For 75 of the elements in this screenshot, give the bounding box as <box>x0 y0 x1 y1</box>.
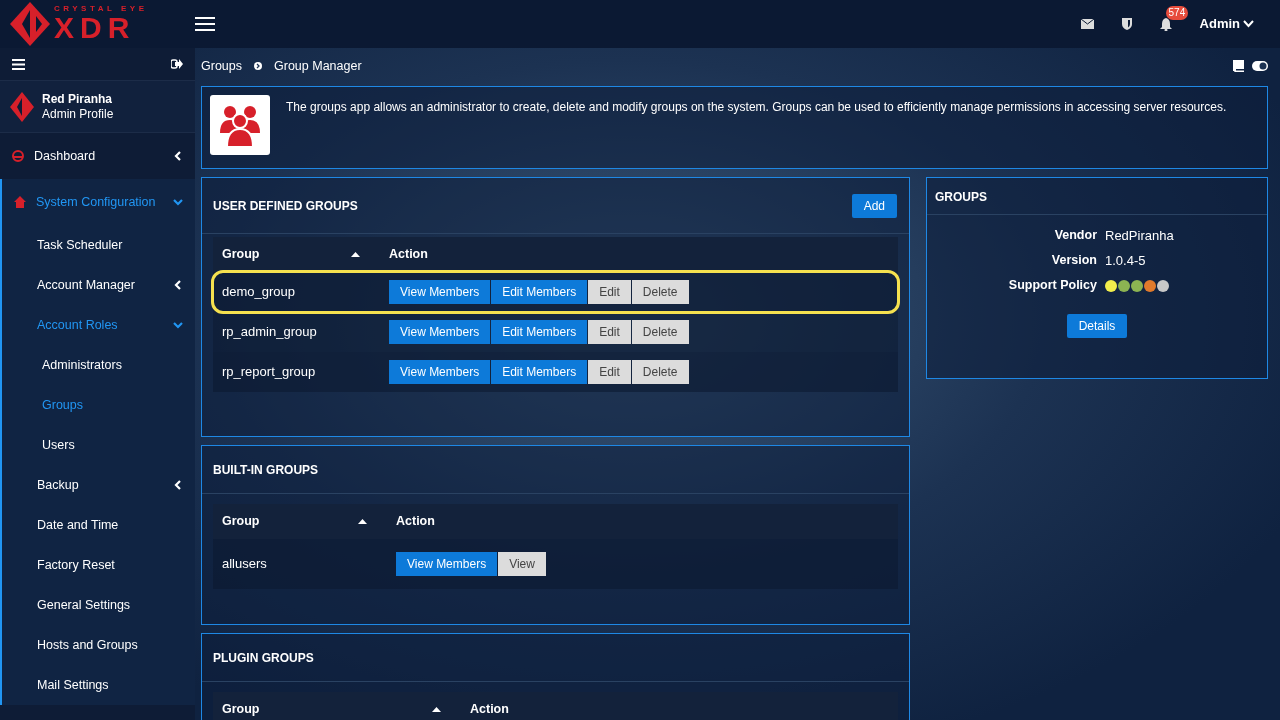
section-title: BUILT-IN GROUPS <box>213 461 319 479</box>
field-label: Vendor <box>1053 227 1097 245</box>
column-header[interactable]: Group <box>222 700 260 719</box>
table-cell-text: rp_admin_group <box>221 323 318 342</box>
logout-icon[interactable] <box>171 59 183 69</box>
profile-role: Admin Profile <box>42 106 114 122</box>
add-button[interactable]: Add <box>851 193 897 218</box>
breadcrumb-current: Group Manager <box>274 57 362 75</box>
sort-icon[interactable] <box>351 252 360 257</box>
action-button[interactable]: View Members <box>396 552 498 576</box>
bell-icon[interactable] <box>1159 17 1172 31</box>
secondary-button[interactable]: Edit <box>588 280 631 304</box>
notification-count: 574 <box>1165 5 1189 20</box>
action-button[interactable]: View Members <box>389 360 491 384</box>
profile-name: Red Piranha <box>42 91 114 107</box>
action-button[interactable]: View Members <box>389 320 491 344</box>
section-title: USER DEFINED GROUPS <box>213 197 358 215</box>
table-cell-text: allusers <box>221 555 268 574</box>
user-menu[interactable]: Admin <box>1199 14 1254 34</box>
book-icon[interactable] <box>1233 60 1244 72</box>
toggle-icon[interactable] <box>1252 61 1268 71</box>
users-icon <box>218 103 262 147</box>
menu-icon[interactable] <box>12 58 25 70</box>
gauge-icon <box>12 150 24 162</box>
sidebar-item[interactable]: Account Manager <box>2 265 195 305</box>
mail-icon[interactable] <box>1080 19 1094 29</box>
sidebar-item[interactable]: Administrators <box>2 345 195 385</box>
column-header[interactable]: Action <box>389 245 428 264</box>
action-button[interactable]: Edit Members <box>491 360 588 384</box>
secondary-button[interactable]: Edit <box>588 320 631 344</box>
intro-text: The groups app allows an administrator to create, delete and modify groups on the system. Groups can be used to efficiently manage permissions in accessing server resources. <box>286 99 1227 116</box>
action-button[interactable]: Edit Members <box>491 280 588 304</box>
details-button[interactable]: Details <box>1066 314 1128 338</box>
sidebar-item[interactable]: System Configuration <box>2 179 195 225</box>
card-title: GROUPS <box>927 178 1267 215</box>
column-header[interactable]: Action <box>396 512 435 531</box>
action-button[interactable]: Edit Members <box>491 320 588 344</box>
column-header[interactable]: Action <box>470 700 509 719</box>
menu-icon[interactable] <box>195 16 215 32</box>
sidebar-item[interactable]: Dashboard <box>0 133 195 179</box>
sidebar-item[interactable]: Hosts and Groups <box>2 625 195 665</box>
sidebar-item[interactable]: Mail Settings <box>2 665 195 705</box>
section-title: PLUGIN GROUPS <box>213 649 314 667</box>
chevron-circle-icon <box>254 62 262 70</box>
column-header[interactable]: Group <box>222 512 260 531</box>
secondary-button[interactable]: Edit <box>588 360 631 384</box>
chevron-down-icon <box>1243 20 1254 28</box>
field-label: Support Policy <box>1007 277 1097 295</box>
sidebar-item[interactable]: Date and Time <box>2 505 195 545</box>
table-cell-text: demo_group <box>221 283 296 302</box>
column-header[interactable]: Group <box>222 245 260 264</box>
sidebar-item[interactable]: Factory Reset <box>2 545 195 585</box>
logo-wordmark: XDR <box>54 13 137 43</box>
field-value: RedPiranha <box>1105 226 1174 245</box>
sidebar-item[interactable]: Backup <box>2 465 195 505</box>
sidebar-item[interactable]: Task Scheduler <box>2 225 195 265</box>
secondary-button[interactable]: View <box>498 552 546 576</box>
field-value: 1.0.4-5 <box>1105 251 1146 270</box>
sidebar-item[interactable]: General Settings <box>2 585 195 625</box>
table-cell-text: rp_report_group <box>221 363 317 382</box>
home-icon <box>14 196 26 208</box>
shield-icon[interactable] <box>1121 18 1132 30</box>
sidebar-item[interactable]: Groups <box>2 385 195 425</box>
logo-tagline: CRYSTAL EYE <box>54 5 148 13</box>
logo-icon <box>10 91 34 122</box>
action-button[interactable]: View Members <box>389 280 491 304</box>
breadcrumb-link[interactable]: Groups <box>201 56 242 76</box>
sort-icon[interactable] <box>358 519 367 524</box>
sidebar-item[interactable]: Account Roles <box>2 305 195 345</box>
secondary-button[interactable]: Delete <box>631 320 689 344</box>
secondary-button[interactable]: Delete <box>631 280 689 304</box>
secondary-button[interactable]: Delete <box>631 360 689 384</box>
field-label: Version <box>1050 252 1097 270</box>
sidebar-item[interactable]: Users <box>2 425 195 465</box>
sort-icon[interactable] <box>432 707 441 712</box>
